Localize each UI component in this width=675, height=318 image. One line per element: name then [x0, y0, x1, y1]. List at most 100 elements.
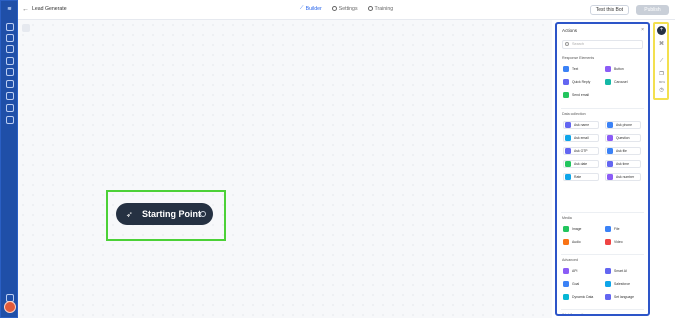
action-label: Ask OTP [574, 149, 588, 153]
action-icon [607, 135, 613, 141]
action-label: Send email [572, 93, 589, 97]
action-label: Image [572, 227, 582, 231]
action-icon [563, 239, 569, 245]
action-icon [563, 66, 569, 72]
action-item-ask-email[interactable]: Ask email [563, 134, 599, 142]
action-icon [607, 161, 613, 167]
action-label: File [614, 227, 620, 231]
action-item-api[interactable]: API [563, 267, 599, 275]
action-item-ask-name[interactable]: Ask name [563, 121, 599, 129]
action-item-file[interactable]: File [605, 225, 641, 233]
action-item-dynamic-data[interactable]: Dynamic Data [563, 293, 599, 301]
action-label: Quick Reply [572, 80, 591, 84]
starting-point-node[interactable]: ➶ Starting Point [116, 203, 213, 225]
tab-settings[interactable]: Settings [331, 5, 358, 12]
action-item-ask-date[interactable]: Ask date [563, 160, 599, 168]
test-bot-button[interactable]: Test this Bot [589, 5, 629, 15]
action-item-ask-number[interactable]: Ask number [605, 173, 641, 181]
plus-icon[interactable]: + [657, 26, 666, 35]
action-label: Audio [572, 240, 581, 244]
action-label: Ask name [574, 123, 590, 127]
tab-label: Builder [305, 5, 322, 12]
canvas-tool-icon[interactable] [22, 24, 30, 32]
action-item-ask-file[interactable]: Ask file [605, 147, 641, 155]
action-label: Set language [614, 295, 634, 299]
action-item-goal[interactable]: Goal [563, 280, 599, 288]
action-item-button[interactable]: Button [605, 65, 641, 73]
mail-icon[interactable] [6, 116, 14, 124]
chat-icon[interactable] [6, 45, 14, 53]
rocket-icon: ➶ [126, 209, 133, 219]
actions-panel: Actions × Search Response Elements Text Bu… [555, 22, 650, 316]
tab-label: Settings [338, 5, 358, 12]
integrations-icon[interactable] [6, 57, 14, 65]
top-bar: ← Lead Generate ⟋ Builder Settings Train… [18, 0, 675, 20]
action-icon [565, 174, 571, 180]
copy-icon[interactable]: ❐ [658, 71, 665, 78]
action-item-send-email[interactable]: Send email [563, 91, 599, 99]
action-item-video[interactable]: Video [605, 238, 641, 246]
action-item-smart-ai[interactable]: Smart AI [605, 267, 641, 275]
home-icon[interactable] [6, 23, 14, 31]
action-icon [563, 294, 569, 300]
action-label: Video [614, 240, 623, 244]
action-label: Smart AI [614, 269, 628, 273]
search-icon [565, 42, 569, 46]
book-icon[interactable] [6, 80, 14, 88]
flow-icon: ⟋ [300, 5, 304, 11]
section-divider [561, 254, 644, 255]
message-icon[interactable] [6, 92, 14, 100]
action-label: Ask number [616, 175, 635, 179]
action-icon [565, 122, 571, 128]
action-label: Goal [572, 282, 580, 286]
section-title: Advanced [562, 258, 578, 262]
action-item-carousel[interactable]: Carousel [605, 78, 641, 86]
inbox-icon[interactable] [6, 104, 14, 112]
action-item-ask-otp[interactable]: Ask OTP [563, 147, 599, 155]
action-item-rate[interactable]: Rate [563, 173, 599, 181]
action-icon [565, 135, 571, 141]
action-icon [605, 281, 611, 287]
history-icon[interactable]: ◷ [658, 87, 665, 94]
settings-icon[interactable] [6, 68, 14, 76]
action-item-salesforce[interactable]: Salesforce [605, 280, 641, 288]
action-label: Carousel [614, 80, 628, 84]
tab-builder[interactable]: ⟋ Builder [300, 5, 322, 12]
action-item-ask-phone[interactable]: Ask phone [605, 121, 641, 129]
section-divider [561, 212, 644, 213]
publish-button[interactable]: Publish [636, 5, 669, 15]
action-item-image[interactable]: Image [563, 225, 599, 233]
chart-icon[interactable] [6, 34, 14, 42]
flow-canvas[interactable]: ➶ Starting Point [18, 20, 552, 318]
action-label: Salesforce [614, 282, 631, 286]
action-item-text[interactable]: Text [563, 65, 599, 73]
action-item-audio[interactable]: Audio [563, 238, 599, 246]
action-icon [605, 226, 611, 232]
action-label: Dynamic Data [572, 295, 594, 299]
action-icon [565, 148, 571, 154]
magic-wand-icon[interactable]: ⟋ [658, 58, 665, 65]
target-icon [367, 6, 373, 11]
node-label: Starting Point [142, 209, 201, 219]
action-label: Ask date [574, 162, 588, 166]
action-item-quick-reply[interactable]: Quick Reply [563, 78, 599, 86]
tab-training[interactable]: Training [367, 5, 393, 12]
avatar[interactable] [4, 301, 16, 313]
arrow-left-icon[interactable]: ← [22, 6, 29, 13]
close-icon[interactable]: × [641, 27, 644, 33]
action-label: Ask phone [616, 123, 633, 127]
search-input[interactable]: Search [562, 40, 643, 49]
action-item-question[interactable]: Question [605, 134, 641, 142]
broom-icon[interactable]: ⌘ [658, 41, 665, 48]
action-icon [563, 226, 569, 232]
action-item-set-language[interactable]: Set language [605, 293, 641, 301]
action-label: Button [614, 67, 624, 71]
action-label: Text [572, 67, 579, 71]
logo-icon[interactable]: ≋ [3, 6, 16, 14]
action-item-ask-time[interactable]: Ask time [605, 160, 641, 168]
section-title: Data collection [562, 112, 586, 116]
section-divider [561, 108, 644, 109]
node-output-port[interactable] [200, 211, 206, 217]
section-title: Workflow actions [562, 313, 590, 316]
action-label: Question [616, 136, 630, 140]
